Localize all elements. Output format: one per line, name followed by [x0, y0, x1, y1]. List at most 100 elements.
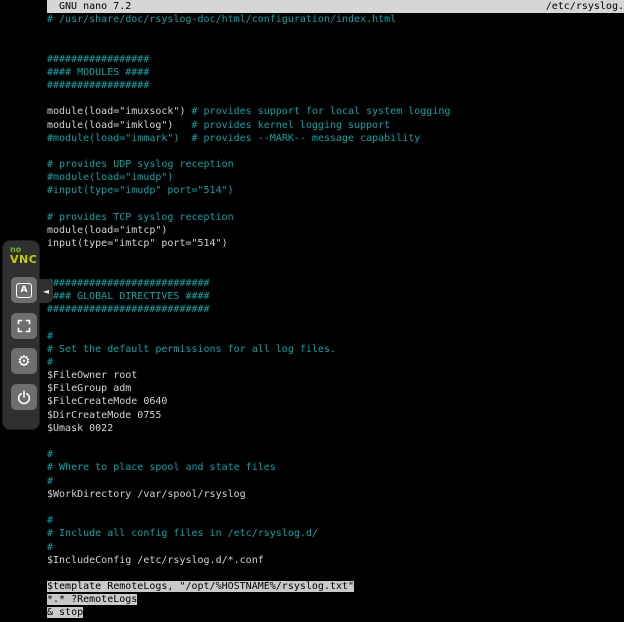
nano-terminal[interactable]: GNU nano 7.2 /etc/rsyslog. # /usr/share/…: [47, 0, 624, 622]
config-directive-text: $DirCreateMode 0755: [47, 410, 161, 421]
gear-icon: ⚙: [17, 354, 30, 369]
config-comment-text: #module(load="immark") # provides --MARK…: [47, 133, 420, 144]
editor-line: [47, 92, 624, 105]
config-directive-text: $IncludeConfig /etc/rsyslog.d/*.conf: [47, 555, 264, 566]
editor-line: $template RemoteLogs, "/opt/%HOSTNAME%/r…: [47, 580, 624, 593]
config-comment-text: #################: [47, 54, 149, 65]
editor-line: $FileOwner root: [47, 369, 624, 382]
config-comment-text: #: [47, 331, 53, 342]
config-comment-text: #: [47, 476, 53, 487]
config-directive-text: & stop: [47, 607, 83, 618]
keyboard-key-letter: A: [21, 285, 28, 295]
editor-line: input(type="imtcp" port="514"): [47, 237, 624, 250]
config-directive-text: $template RemoteLogs, "/opt/%HOSTNAME%/r…: [47, 581, 354, 592]
settings-button[interactable]: ⚙: [11, 348, 37, 374]
config-comment-text: #: [47, 542, 53, 553]
config-directive-text: *.* ?RemoteLogs: [47, 594, 137, 605]
power-icon: [16, 389, 32, 405]
keyboard-key-icon: A: [16, 283, 32, 298]
fullscreen-icon: [16, 318, 32, 334]
editor-line: #module(load="imudp"): [47, 171, 624, 184]
nano-version-label: GNU nano 7.2: [47, 0, 131, 13]
editor-line: # provides UDP syslog reception: [47, 158, 624, 171]
config-comment-text: # provides TCP syslog reception: [47, 212, 234, 223]
config-directive-text: $FileGroup adm: [47, 383, 131, 394]
editor-line: #input(type="imudp" port="514"): [47, 184, 624, 197]
nano-titlebar: GNU nano 7.2 /etc/rsyslog.: [47, 0, 624, 13]
editor-line: ###########################: [47, 277, 624, 290]
config-comment-text: # Where to place spool and state files: [47, 462, 276, 473]
config-comment-text: #################: [47, 80, 149, 91]
editor-line: [47, 145, 624, 158]
config-comment-text: # provides kernel logging support: [192, 120, 391, 131]
editor-line: #### MODULES ####: [47, 66, 624, 79]
editor-line: module(load="imtcp"): [47, 224, 624, 237]
config-comment-text: # Set the default permissions for all lo…: [47, 344, 336, 355]
editor-line: # Set the default permissions for all lo…: [47, 343, 624, 356]
power-button[interactable]: [11, 384, 37, 410]
config-comment-text: #: [47, 449, 53, 460]
config-directive-text: module(load="imtcp"): [47, 225, 167, 236]
config-comment-text: #module(load="imudp"): [47, 172, 173, 183]
editor-line: # /usr/share/doc/rsyslog-doc/html/config…: [47, 13, 624, 26]
editor-line: $FileGroup adm: [47, 382, 624, 395]
config-comment-text: ###########################: [47, 304, 210, 315]
novnc-control-bar: no VNC ◄ A ⚙: [2, 240, 40, 430]
collapse-arrow-icon: ◄: [43, 287, 49, 296]
editor-line: [47, 39, 624, 52]
editor-line: # provides TCP syslog reception: [47, 211, 624, 224]
editor-line: $FileCreateMode 0640: [47, 395, 624, 408]
editor-line: [47, 264, 624, 277]
novnc-logo-vnc: VNC: [10, 254, 39, 266]
config-directive-text: module(load="imuxsock"): [47, 106, 192, 117]
editor-line: [47, 435, 624, 448]
keyboard-button[interactable]: A: [11, 277, 37, 303]
editor-line: $Umask 0022: [47, 422, 624, 435]
config-comment-text: #: [47, 357, 53, 368]
editor-line: #module(load="immark") # provides --MARK…: [47, 132, 624, 145]
config-directive-text: $WorkDirectory /var/spool/rsyslog: [47, 489, 246, 500]
editor-content[interactable]: # /usr/share/doc/rsyslog-doc/html/config…: [47, 13, 624, 620]
config-directive-text: module(load="imklog"): [47, 120, 192, 131]
control-bar-handle[interactable]: ◄: [39, 279, 53, 303]
config-comment-text: # provides support for local system logg…: [192, 106, 451, 117]
editor-line: [47, 198, 624, 211]
editor-line: $WorkDirectory /var/spool/rsyslog: [47, 488, 624, 501]
config-comment-text: # /usr/share/doc/rsyslog-doc/html/config…: [47, 14, 396, 25]
editor-line: #: [47, 356, 624, 369]
novnc-logo: no VNC: [3, 241, 39, 266]
editor-line: *.* ?RemoteLogs: [47, 593, 624, 606]
editor-line: $IncludeConfig /etc/rsyslog.d/*.conf: [47, 554, 624, 567]
editor-line: #: [47, 330, 624, 343]
config-comment-text: ###########################: [47, 278, 210, 289]
editor-line: [47, 250, 624, 263]
editor-line: #: [47, 541, 624, 554]
config-comment-text: # Include all config files in /etc/rsysl…: [47, 528, 318, 539]
config-directive-text: $FileOwner root: [47, 370, 137, 381]
editor-line: [47, 316, 624, 329]
editor-line: #### GLOBAL DIRECTIVES ####: [47, 290, 624, 303]
editor-line: #: [47, 448, 624, 461]
editor-line: # Where to place spool and state files: [47, 461, 624, 474]
nano-filename-label: /etc/rsyslog.: [546, 0, 624, 13]
config-comment-text: #### GLOBAL DIRECTIVES ####: [47, 291, 210, 302]
editor-line: #################: [47, 53, 624, 66]
editor-line: [47, 567, 624, 580]
editor-line: # Include all config files in /etc/rsysl…: [47, 527, 624, 540]
config-comment-text: #: [47, 515, 53, 526]
config-directive-text: $Umask 0022: [47, 423, 113, 434]
editor-line: #: [47, 475, 624, 488]
config-directive-text: $FileCreateMode 0640: [47, 396, 167, 407]
editor-line: #: [47, 514, 624, 527]
editor-line: module(load="imklog") # provides kernel …: [47, 119, 624, 132]
editor-line: #################: [47, 79, 624, 92]
config-comment-text: #input(type="imudp" port="514"): [47, 185, 234, 196]
config-directive-text: input(type="imtcp" port="514"): [47, 238, 228, 249]
fullscreen-button[interactable]: [11, 313, 37, 339]
editor-line: ###########################: [47, 303, 624, 316]
editor-line: [47, 501, 624, 514]
config-comment-text: #### MODULES ####: [47, 67, 149, 78]
editor-line: & stop: [47, 606, 624, 619]
editor-line: $DirCreateMode 0755: [47, 409, 624, 422]
editor-line: [47, 26, 624, 39]
